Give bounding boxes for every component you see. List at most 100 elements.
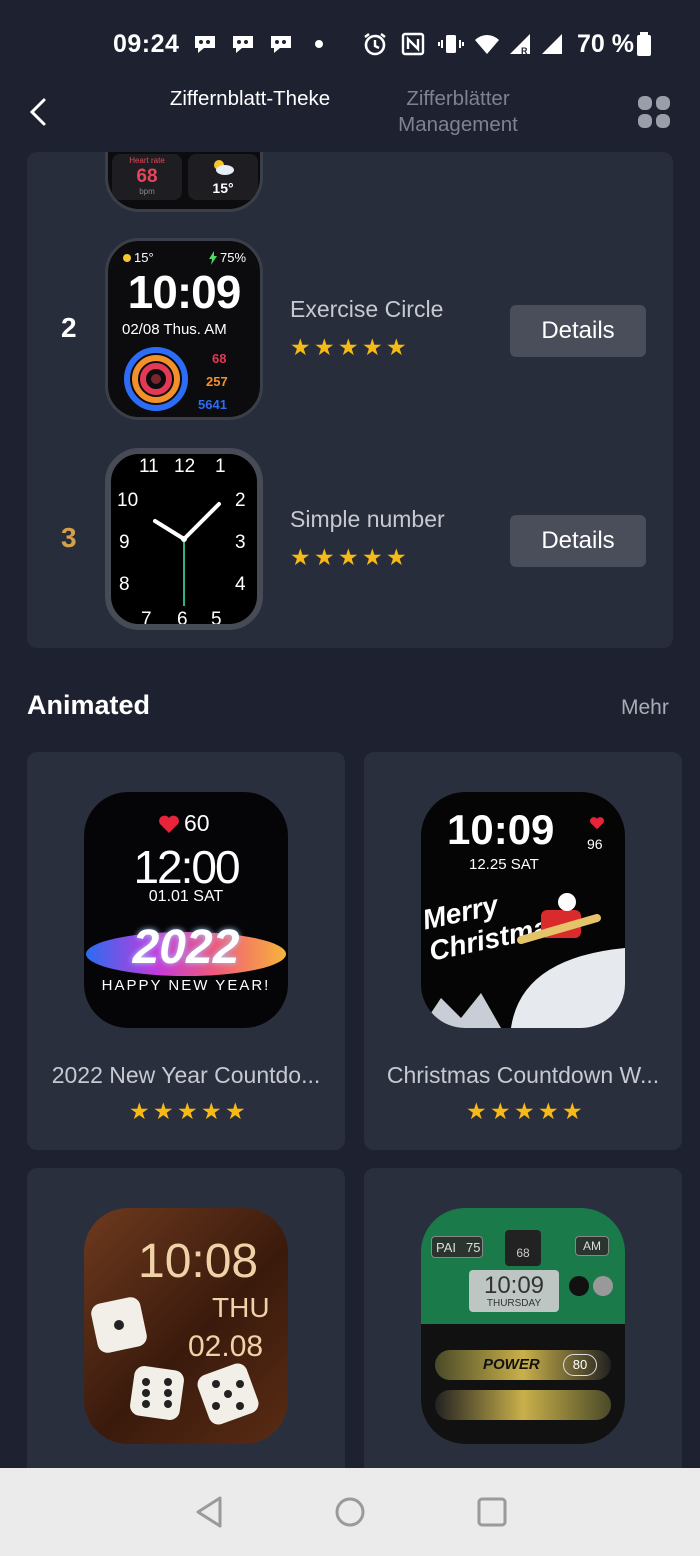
svg-text:R: R bbox=[521, 46, 528, 56]
star-icon: ★ bbox=[562, 1098, 583, 1124]
recents-square-icon[interactable] bbox=[472, 1492, 512, 1532]
clock-hands bbox=[153, 502, 221, 606]
animated-card[interactable]: PAI 75 68 AM 10:09 THURSDAY POWER 80 bbox=[364, 1168, 682, 1478]
watch-face-circuit[interactable]: PAI 75 68 AM 10:09 THURSDAY POWER 80 bbox=[421, 1208, 625, 1444]
alarm-icon bbox=[364, 33, 386, 56]
star-icon: ★ bbox=[466, 1098, 487, 1124]
face-date: 01.01 SAT bbox=[148, 888, 224, 905]
star-icon: ★ bbox=[338, 334, 359, 360]
status-bar: 09:24 R 70 % bbox=[0, 0, 700, 88]
watch-face-christmas[interactable]: 10:09 96 12.25 SAT Merry Christmas bbox=[421, 792, 625, 1028]
cloud-sun-icon bbox=[214, 160, 234, 175]
face-heart-value: 96 bbox=[587, 836, 603, 852]
face-heart-value: 68 bbox=[516, 1246, 530, 1260]
tab-watchface-management[interactable]: Zifferblätter Management bbox=[372, 86, 544, 138]
santa-snowboard-graphic bbox=[421, 893, 625, 1028]
section-title-animated: Animated bbox=[27, 690, 151, 720]
sun-icon bbox=[123, 254, 131, 262]
rating-stars: ★ ★ ★ ★ ★ bbox=[290, 544, 408, 570]
rank-number: 3 bbox=[61, 522, 77, 553]
animated-card[interactable]: 10:08 THU 02.08 bbox=[27, 1168, 345, 1478]
chat-bubble-icon bbox=[233, 36, 253, 53]
animated-card[interactable]: 60 12:00 01.01 SAT 2022 HAPPY NEW YEAR! … bbox=[27, 752, 345, 1150]
star-icon: ★ bbox=[538, 1098, 559, 1124]
face-caption: HAPPY NEW YEAR! bbox=[101, 977, 271, 994]
rank-number: 2 bbox=[61, 312, 77, 343]
chat-bubble-icon bbox=[271, 36, 291, 53]
signal-icon bbox=[542, 34, 562, 54]
face-stat-calories: 257 bbox=[206, 374, 228, 389]
face-time: 10:09 bbox=[127, 266, 242, 318]
dot-icon bbox=[315, 40, 323, 48]
signal-r-icon: R bbox=[510, 34, 530, 56]
watch-face-name[interactable]: 2022 New Year Countdo... bbox=[27, 1062, 345, 1089]
face-time: 10:09 bbox=[447, 806, 555, 853]
star-icon: ★ bbox=[490, 1098, 511, 1124]
rating-stars: ★ ★ ★ ★ ★ bbox=[129, 1098, 247, 1124]
face-pai-label: PAI bbox=[436, 1240, 456, 1255]
details-button[interactable]: Details bbox=[510, 305, 646, 357]
face-power-value: 80 bbox=[563, 1354, 597, 1376]
face-pai-value: 75 bbox=[466, 1240, 481, 1255]
chat-bubble-icon bbox=[195, 36, 215, 53]
home-circle-icon[interactable] bbox=[330, 1492, 370, 1532]
face-battery: 75% bbox=[220, 250, 247, 265]
face-temp: 15° bbox=[134, 250, 154, 265]
watch-face-name[interactable]: Christmas Countdown W... bbox=[364, 1062, 682, 1089]
star-icon: ★ bbox=[362, 544, 383, 570]
face-day: THURSDAY bbox=[486, 1298, 542, 1309]
watch-face-name[interactable]: Exercise Circle bbox=[290, 296, 443, 323]
top-nav: Ziffernblatt-Theke Zifferblätter Managem… bbox=[0, 80, 700, 150]
battery-percent: 70 % bbox=[577, 30, 634, 58]
face-heart-value: 60 bbox=[184, 810, 210, 836]
star-icon: ★ bbox=[314, 334, 335, 360]
bolt-icon bbox=[209, 251, 217, 265]
heart-rate-value: 68 bbox=[136, 166, 158, 187]
rating-stars: ★ ★ ★ ★ ★ bbox=[466, 1098, 584, 1124]
animated-card[interactable]: 10:09 96 12.25 SAT Merry Christmas Chris… bbox=[364, 752, 682, 1150]
nfc-icon bbox=[401, 32, 425, 56]
weather-temp: 15° bbox=[212, 180, 234, 196]
face-year: 2022 bbox=[132, 921, 240, 974]
grid-icon[interactable] bbox=[636, 94, 672, 130]
ranking-card: Heart rate 68 bpm 15° 2 15° 75% 10:09 02… bbox=[27, 152, 673, 648]
watch-face-dice[interactable]: 10:08 THU 02.08 bbox=[84, 1208, 288, 1444]
system-nav-bar bbox=[0, 1468, 700, 1556]
star-icon: ★ bbox=[338, 544, 359, 570]
rating-stars: ★ ★ ★ ★ ★ bbox=[290, 334, 408, 360]
watch-face-simple-number[interactable]: 11 12 1 2 3 4 5 6 7 8 9 10 bbox=[105, 448, 263, 630]
more-link[interactable]: Mehr bbox=[621, 696, 669, 720]
star-icon: ★ bbox=[129, 1098, 150, 1124]
ranking-row[interactable]: 2 15° 75% 10:09 02/08 Thus. AM 68 257 56… bbox=[27, 238, 673, 422]
face-stat-heart: 68 bbox=[212, 351, 227, 366]
watch-face-exercise-circle[interactable]: 15° 75% 10:09 02/08 Thus. AM 68 257 5641 bbox=[105, 238, 263, 420]
battery-icon bbox=[637, 32, 651, 56]
face-time: 12:00 bbox=[133, 841, 240, 893]
face-time: 10:09 bbox=[483, 1272, 545, 1299]
details-button[interactable]: Details bbox=[510, 515, 646, 567]
face-ampm: AM bbox=[575, 1236, 609, 1256]
star-icon: ★ bbox=[362, 334, 383, 360]
star-icon: ★ bbox=[290, 544, 311, 570]
star-icon: ★ bbox=[314, 544, 335, 570]
vibrate-icon bbox=[438, 35, 464, 53]
back-triangle-icon[interactable] bbox=[190, 1492, 230, 1532]
watch-face-new-year[interactable]: 60 12:00 01.01 SAT 2022 HAPPY NEW YEAR! bbox=[84, 792, 288, 1028]
star-icon: ★ bbox=[177, 1098, 198, 1124]
battery-graphic bbox=[435, 1390, 611, 1420]
partial-watch-face[interactable]: Heart rate 68 bpm 15° bbox=[105, 152, 263, 212]
heart-icon bbox=[590, 817, 604, 830]
tab-watchface-store[interactable]: Ziffernblatt-Theke bbox=[160, 86, 340, 112]
dice-graphic bbox=[91, 1297, 259, 1425]
wifi-icon bbox=[475, 35, 499, 54]
star-icon: ★ bbox=[201, 1098, 222, 1124]
knobs-graphic bbox=[569, 1276, 613, 1296]
ranking-row[interactable]: 3 11 12 1 2 3 4 5 6 7 8 9 10 Simple numb… bbox=[27, 448, 673, 632]
star-icon: ★ bbox=[225, 1098, 246, 1124]
chevron-left-icon[interactable] bbox=[22, 94, 58, 130]
face-power-label: POWER bbox=[483, 1356, 540, 1373]
star-icon: ★ bbox=[386, 334, 407, 360]
watch-face-name[interactable]: Simple number bbox=[290, 506, 445, 533]
face-date: 02/08 Thus. AM bbox=[122, 321, 227, 338]
star-icon: ★ bbox=[386, 544, 407, 570]
